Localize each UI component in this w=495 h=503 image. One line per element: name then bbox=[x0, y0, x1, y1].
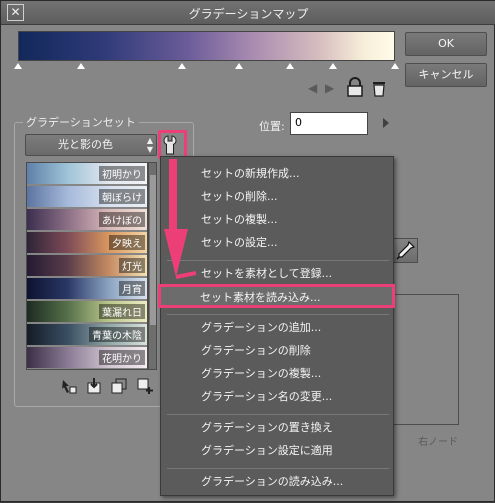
set-context-menu: セットの新規作成... セットの削除... セットの複製... セットの設定... セッ… bbox=[160, 156, 394, 496]
gradient-list-item[interactable]: 夕映え bbox=[27, 232, 147, 253]
menu-item[interactable]: グラデーション設定に適用 bbox=[201, 442, 333, 458]
gradient-list-item[interactable]: 初明かり bbox=[27, 163, 147, 184]
gradient-list-item[interactable]: 灯光 bbox=[27, 255, 147, 276]
next-arrow-icon[interactable]: ▶ bbox=[325, 81, 334, 95]
title-bar: ✕ グラデーションマップ bbox=[1, 1, 495, 25]
node-settings-frame bbox=[389, 294, 459, 425]
gradient-item-label: 灯光 bbox=[119, 258, 145, 273]
gradient-node[interactable] bbox=[77, 63, 85, 69]
menu-separator bbox=[167, 468, 389, 469]
gradient-node[interactable] bbox=[14, 63, 22, 69]
gradient-list-item[interactable]: 葉漏れ日 bbox=[27, 301, 147, 322]
updown-icon: ▲ ▼ bbox=[146, 136, 153, 154]
gradient-list[interactable]: 初明かり朝ぼらけあけぼの夕映え灯光月宵葉漏れ日青葉の木陰花明かり bbox=[26, 162, 148, 370]
gradient-set-label: グラデーションセット bbox=[23, 114, 139, 130]
gradient-node[interactable] bbox=[235, 63, 243, 69]
gradient-item-label: 初明かり bbox=[99, 166, 145, 181]
menu-item-import-set-material[interactable]: セット素材を読み込み... bbox=[200, 289, 321, 305]
gradient-preview-bar[interactable] bbox=[18, 31, 395, 61]
add-icon[interactable] bbox=[137, 378, 153, 394]
menu-item[interactable]: グラデーションの置き換え bbox=[201, 419, 333, 435]
ok-button[interactable]: OK bbox=[405, 32, 487, 56]
gradient-map-dialog: ✕ グラデーションマップ OK キャンセル ◀ ▶ グラデーションセット 光と影… bbox=[0, 0, 495, 502]
gradient-list-item[interactable]: 朝ぼらけ bbox=[27, 186, 147, 207]
gradient-item-label: 花明かり bbox=[99, 350, 145, 365]
position-slider-arrow-icon[interactable] bbox=[383, 118, 389, 128]
gradient-item-label: 月宵 bbox=[119, 281, 145, 296]
trash-icon[interactable] bbox=[371, 79, 387, 97]
scrollbar-thumb[interactable] bbox=[150, 175, 156, 325]
menu-item[interactable]: セットの削除... bbox=[201, 188, 278, 204]
right-node-label: 右ノード bbox=[418, 437, 458, 448]
menu-item[interactable]: セットの新規作成... bbox=[201, 165, 300, 181]
menu-separator bbox=[167, 314, 389, 315]
gradient-node[interactable] bbox=[178, 63, 186, 69]
menu-item[interactable]: セットを素材として登録... bbox=[201, 265, 332, 281]
gradient-item-label: 青葉の木陰 bbox=[89, 327, 145, 342]
lock-icon[interactable] bbox=[345, 77, 365, 97]
menu-item[interactable]: セットの複製... bbox=[201, 211, 278, 227]
wrench-highlight bbox=[158, 130, 187, 159]
gradient-item-label: 葉漏れ日 bbox=[99, 304, 145, 319]
menu-item[interactable]: グラデーションの削除 bbox=[201, 342, 311, 358]
menu-item[interactable]: セットの設定... bbox=[201, 234, 278, 250]
gradient-set-selected: 光と影の色 bbox=[58, 138, 113, 151]
gradient-node[interactable] bbox=[286, 63, 294, 69]
menu-item[interactable]: グラデーションの複製... bbox=[201, 365, 321, 381]
menu-separator bbox=[167, 260, 389, 261]
gradient-item-label: 朝ぼらけ bbox=[99, 189, 145, 204]
gradient-item-label: 夕映え bbox=[109, 235, 145, 250]
cancel-button[interactable]: キャンセル bbox=[405, 63, 487, 87]
menu-item[interactable]: グラデーションの追加... bbox=[201, 319, 321, 335]
gradient-list-item[interactable]: あけぼの bbox=[27, 209, 147, 230]
menu-item[interactable]: グラデーションの読み込み... bbox=[201, 473, 343, 489]
gradient-node[interactable] bbox=[329, 63, 337, 69]
gradient-list-item[interactable]: 青葉の木陰 bbox=[27, 324, 147, 345]
node-color-button[interactable] bbox=[393, 238, 418, 263]
gradient-node-track[interactable] bbox=[14, 63, 399, 71]
position-input[interactable]: 0 bbox=[290, 112, 368, 135]
duplicate-icon[interactable] bbox=[111, 378, 127, 394]
gradient-item-label: あけぼの bbox=[99, 212, 145, 227]
new-gradient-icon[interactable] bbox=[61, 378, 77, 394]
gradient-set-dropdown[interactable]: 光と影の色 ▲ ▼ bbox=[25, 134, 157, 156]
gradient-node[interactable] bbox=[391, 63, 399, 69]
gradient-list-item[interactable]: 月宵 bbox=[27, 278, 147, 299]
dialog-title: グラデーションマップ bbox=[188, 7, 309, 21]
gradient-list-scrollbar[interactable] bbox=[148, 162, 157, 370]
eyedropper-icon bbox=[396, 240, 416, 260]
gradient-list-item[interactable]: 花明かり bbox=[27, 347, 147, 368]
menu-item[interactable]: グラデーション名の変更... bbox=[201, 388, 332, 404]
import-icon[interactable] bbox=[86, 378, 102, 394]
position-label: 位置: bbox=[259, 120, 285, 133]
prev-arrow-icon[interactable]: ◀ bbox=[308, 81, 317, 95]
menu-separator bbox=[167, 414, 389, 415]
